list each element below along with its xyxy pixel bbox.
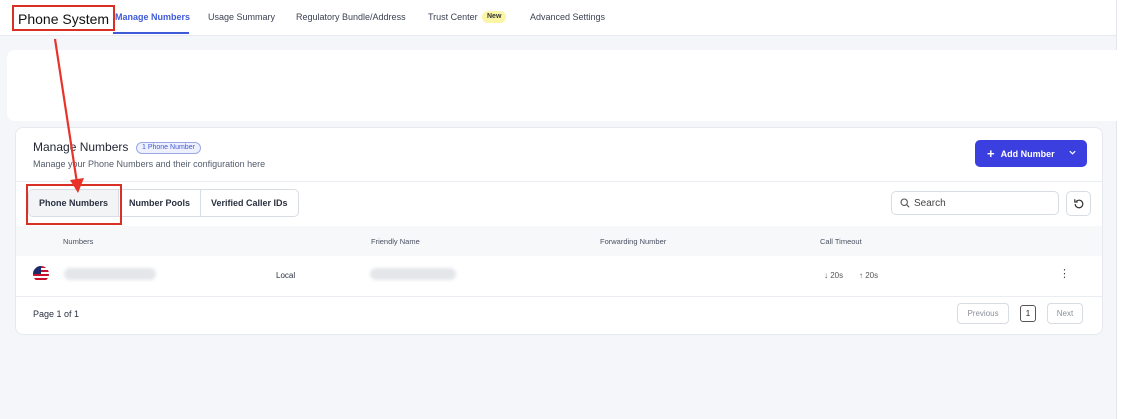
- page-info: Page 1 of 1: [33, 309, 80, 319]
- tab-usage-summary[interactable]: Usage Summary: [208, 12, 275, 22]
- tab-manage-numbers[interactable]: Manage Numbers: [115, 12, 190, 22]
- redacted-friendly-name: [370, 268, 456, 280]
- col-call-timeout: Call Timeout: [820, 237, 862, 246]
- refresh-icon: [1073, 198, 1083, 208]
- col-friendly-name: Friendly Name: [371, 237, 420, 246]
- number-type: Local: [276, 271, 296, 280]
- chevron-down-icon[interactable]: [1068, 148, 1077, 157]
- banner-placeholder: [7, 50, 1130, 121]
- app-title: Phone System: [12, 5, 116, 31]
- add-number-button[interactable]: + Add Number: [975, 140, 1087, 167]
- phone-count-badge: 1 Phone Number: [136, 142, 201, 154]
- tab-number-pools[interactable]: Number Pools: [119, 190, 202, 216]
- divider: [16, 296, 1102, 297]
- divider: [16, 181, 1102, 182]
- previous-button[interactable]: Previous: [957, 303, 1009, 324]
- card-subtitle: Manage your Phone Numbers and their conf…: [33, 159, 266, 169]
- tab-verified-caller-ids[interactable]: Verified Caller IDs: [201, 190, 298, 216]
- refresh-button[interactable]: [1066, 191, 1091, 216]
- next-button[interactable]: Next: [1047, 303, 1083, 324]
- col-forwarding-number: Forwarding Number: [600, 237, 667, 246]
- search-input[interactable]: Search: [891, 191, 1059, 215]
- new-badge: New: [482, 11, 507, 23]
- active-tab-indicator: [113, 32, 189, 34]
- table-header: Numbers Friendly Name Forwarding Number …: [16, 226, 1102, 256]
- search-placeholder: Search: [914, 197, 946, 209]
- manage-numbers-card: Manage Numbers 1 Phone Number Manage you…: [15, 127, 1103, 335]
- plus-icon: +: [987, 146, 995, 161]
- search-icon: [900, 198, 910, 208]
- tab-advanced-settings[interactable]: Advanced Settings: [530, 12, 605, 22]
- timeout-incoming: ↓ 20s: [824, 271, 844, 280]
- us-flag-icon: [33, 266, 49, 282]
- col-numbers: Numbers: [63, 237, 94, 246]
- table-row[interactable]: Local ↓ 20s ↑ 20s ⋮: [16, 256, 1102, 296]
- top-nav: Phone System Manage Numbers Usage Summar…: [0, 0, 1116, 36]
- kebab-menu-icon[interactable]: ⋮: [1059, 269, 1070, 280]
- add-number-label: Add Number: [1000, 148, 1055, 159]
- redacted-number: [64, 268, 156, 280]
- annotation-box: [26, 184, 122, 225]
- tab-trust-center[interactable]: Trust Center: [428, 12, 478, 22]
- timeout-outgoing: ↑ 20s: [859, 271, 879, 280]
- card-title: Manage Numbers: [33, 140, 129, 154]
- tab-regulatory-bundle[interactable]: Regulatory Bundle/Address: [296, 12, 406, 22]
- page-number[interactable]: 1: [1020, 305, 1036, 322]
